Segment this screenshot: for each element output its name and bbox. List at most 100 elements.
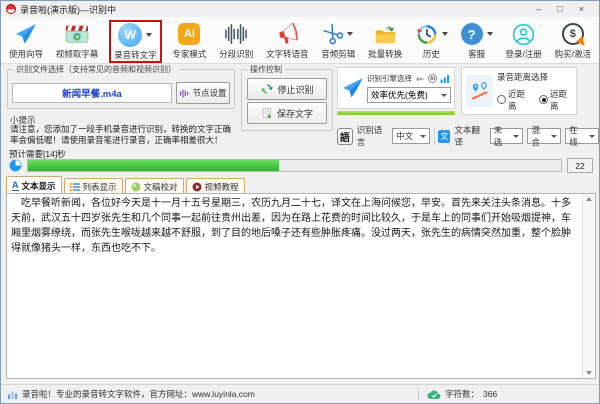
toolbar-item-login[interactable]: 登录/注册 [503, 20, 543, 61]
cursor-icon [575, 36, 588, 49]
toolbar-item-support[interactable]: ? 客服 [459, 20, 495, 61]
engine-select-label: 识别引擎选择 [367, 74, 412, 83]
buy-icon: $ [561, 23, 588, 49]
translate-engine-select[interactable]: 在线 [565, 125, 599, 147]
file-select-panel: 识别文件选择（支持常见的音频和视频识别） 新闻早餐.m4a 节点设置 [7, 64, 235, 109]
transcript-area: 吃早餐听新闻，各位好今天是十一月十五号星期三，农历九月二十七，译文在上海问候您，… [6, 193, 596, 379]
toolbar-item-label: 视频取字幕 [55, 49, 99, 59]
tab-proofread[interactable]: 文稿校对 [124, 178, 184, 194]
view-tabs: A 文本显示 列表显示 文稿校对 视频教程 [6, 176, 245, 194]
progress-row: 22 [9, 158, 593, 173]
toolbar-item-audio-to-text[interactable]: W 录音转文字 [109, 20, 162, 63]
distance-panel-label: 录音距离选择 [497, 71, 549, 82]
progress-fill [28, 160, 279, 171]
spinner-icon [9, 159, 22, 172]
radio-near-distance[interactable]: 近距离 [497, 88, 530, 112]
window-title: 录音啦(演示版)—识别中 [20, 4, 116, 15]
save-text-button[interactable]: 保存文字 [247, 102, 327, 124]
toolbar-item-expert-mode[interactable]: Ai 专家模式 [170, 20, 208, 61]
engine-select[interactable]: 效率优先(免费) [367, 87, 451, 103]
audio-to-text-icon: W [118, 23, 143, 47]
tab-video-tutorial[interactable]: 视频教程 [185, 178, 245, 194]
node-waveform-icon [180, 88, 189, 98]
list-icon [69, 182, 80, 191]
operation-controls-legend: 操作控制 [247, 64, 285, 75]
chevron-down-icon [513, 134, 520, 138]
text-a-icon: A [12, 179, 19, 191]
signal-bars-icon [440, 75, 449, 83]
toolbar-item-batch-convert[interactable]: 批量转换 [366, 20, 404, 61]
file-select-legend: 识别文件选择（支持常见的音频和视频识别） [13, 64, 179, 75]
language-button[interactable]: 語 [337, 127, 353, 145]
video-subtitle-icon [65, 25, 89, 43]
translate-icon: 文 [438, 129, 451, 143]
progress-bar [27, 159, 562, 172]
app-logo-icon [6, 4, 16, 14]
chevron-down-icon [347, 32, 354, 36]
toolbar-item-label: 录音转文字 [114, 50, 157, 60]
toolbar-item-label: 历史 [422, 49, 440, 59]
language-select[interactable]: 中文 [392, 128, 430, 144]
paper-plane-icon [16, 24, 36, 44]
toolbar-item-label: 批量转换 [368, 49, 403, 59]
toolbar-item-buy[interactable]: $ 购买/激活 [553, 20, 593, 61]
maximize-button[interactable]: □ [557, 4, 562, 14]
sync-arrows-icon [261, 84, 274, 94]
transcript-text[interactable]: 吃早餐听新闻，各位好今天是十一月十五号星期三，农历九月二十七，译文在上海问候您，… [7, 194, 582, 378]
status-left-text: 录音啦！专业的录音转文字软件，官方网址：www.luyinla.com [22, 389, 255, 399]
toolbar-item-wizard[interactable]: 使用向导 [7, 20, 45, 61]
scissors-icon [323, 23, 344, 45]
tab-label: 文稿校对 [143, 181, 178, 192]
stop-recognition-button[interactable]: 停止识别 [247, 78, 327, 100]
close-button[interactable]: × [579, 4, 584, 14]
selected-file-field[interactable]: 新闻早餐.m4a [12, 83, 172, 103]
scroll-down-icon[interactable] [586, 371, 592, 375]
language-row: 語 识别语言 中文 文 文本翻译 未选 混合 在线 [337, 125, 599, 147]
stop-recognition-label: 停止识别 [277, 84, 314, 95]
question-icon: ? [460, 23, 483, 45]
language-select-value: 中文 [396, 131, 414, 141]
toolbar-item-history[interactable]: 历史 [413, 20, 450, 61]
toolbar-item-label: 客服 [468, 49, 486, 59]
radio-far-distance[interactable]: 远距离 [539, 88, 572, 112]
chevron-down-icon [441, 93, 447, 97]
slider-icon [415, 76, 425, 81]
operation-controls-panel: 操作控制 停止识别 保存文字 [241, 64, 333, 131]
tab-label: 文本显示 [21, 180, 56, 191]
chevron-down-icon [589, 134, 595, 138]
toolbar-item-label: 文字转语音 [265, 49, 309, 59]
play-circle-icon [192, 182, 202, 191]
toolbar-item-label: 使用向导 [9, 49, 44, 59]
toolbar-item-text-to-speech[interactable]: 文字转语音 [264, 20, 311, 61]
map-pins-glyph [471, 81, 488, 100]
chevron-down-icon [441, 32, 448, 36]
translate-mode-select[interactable]: 混合 [527, 125, 562, 147]
toolbar-item-audio-edit[interactable]: 音频剪辑 [319, 20, 357, 61]
toolbar-item-video-subtitle[interactable]: 视频取字幕 [54, 20, 101, 61]
node-settings-button[interactable]: 节点设置 [176, 82, 230, 104]
node-settings-label: 节点设置 [192, 88, 227, 98]
tab-text-view[interactable]: A 文本显示 [6, 176, 62, 194]
radio-far-label: 远距离 [550, 88, 568, 111]
toolbar-item-label: 专家模式 [172, 49, 207, 59]
folder-convert-icon [375, 26, 395, 43]
scrollbar[interactable] [582, 194, 595, 378]
translate-source-select[interactable]: 未选 [489, 125, 524, 147]
title-bar: 录音啦(演示版)—识别中 – □ × [1, 1, 599, 17]
save-document-icon [262, 107, 272, 118]
main-toolbar: 使用向导 视频取字幕 W 录音转文字 Ai 专家模式 分段识别 文字转语音 音频… [1, 17, 599, 64]
chevron-down-icon [146, 33, 153, 37]
scroll-up-icon[interactable] [586, 197, 592, 201]
history-clock-icon [417, 24, 437, 44]
toolbar-item-label: 购买/激活 [554, 49, 591, 59]
distance-panel: 录音距离选择 近距离 远距离 [461, 67, 577, 115]
char-count-label: 字符数： [445, 389, 480, 399]
tab-label: 视频教程 [204, 181, 239, 192]
toolbar-item-label: 登录/注册 [505, 49, 542, 59]
waveform-icon [225, 24, 248, 44]
recognition-language-label: 识别语言 [356, 125, 383, 147]
toolbar-item-segment-recognition[interactable]: 分段识别 [217, 20, 255, 61]
tab-list-view[interactable]: 列表显示 [63, 178, 123, 194]
minimize-button[interactable]: – [536, 4, 541, 14]
translate-source-value: 未选 [493, 125, 503, 147]
